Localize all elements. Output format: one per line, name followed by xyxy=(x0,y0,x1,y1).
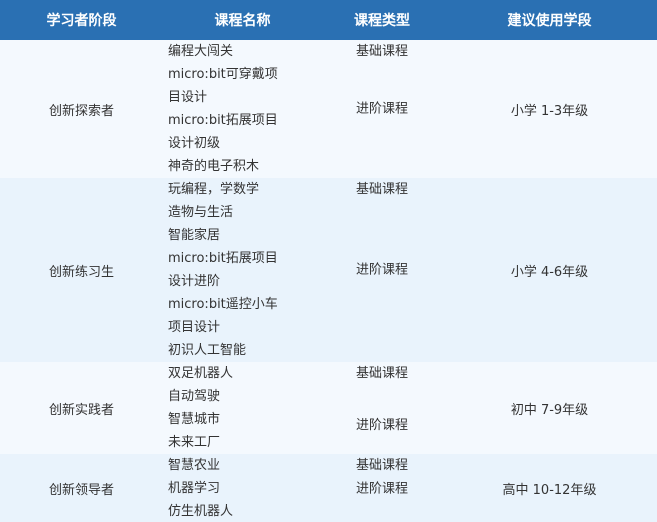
type-cell: 基础课程 进阶课程 xyxy=(322,362,442,454)
course-line: 双足机器人 xyxy=(168,366,234,381)
course-line: 神奇的电子积木 xyxy=(168,159,260,174)
course-line: 机器学习 xyxy=(168,481,221,496)
course-line: 目设计 xyxy=(168,90,208,105)
course-line: 智慧农业 xyxy=(168,458,221,473)
course-line: 造物与生活 xyxy=(168,205,234,220)
header-type: 课程类型 xyxy=(322,0,442,40)
course-line: 玩编程，学数学 xyxy=(168,182,260,197)
stage-cell: 创新领导者 xyxy=(0,454,163,522)
course-table: 学习者阶段 课程名称 课程类型 建议使用学段 创新探索者 编程大闯关 micro… xyxy=(0,0,657,522)
type-cell: 基础课程 进阶课程 xyxy=(322,454,442,522)
course-line: 智慧城市 xyxy=(168,412,221,427)
grade-cell: 初中 7-9年级 xyxy=(442,362,657,454)
type-cell: 基础课程 进阶课程 xyxy=(322,178,442,362)
course-line: 未来工厂 xyxy=(168,435,221,450)
grade-cell: 高中 10-12年级 xyxy=(442,454,657,522)
course-line: 设计初级 xyxy=(168,136,221,151)
course-line: 智能家居 xyxy=(168,228,221,243)
type-basic: 基础课程 xyxy=(355,458,408,473)
course-cell: 智慧农业 机器学习 仿生机器人 xyxy=(163,454,322,522)
course-line: 编程大闯关 xyxy=(168,44,234,59)
type-advanced: 进阶课程 xyxy=(355,101,408,117)
table-row: 创新实践者 双足机器人 自动驾驶 智慧城市 未来工厂 基础课程 进阶课程 初中 … xyxy=(0,362,657,454)
course-cell: 玩编程，学数学 造物与生活 智能家居 micro:bit拓展项目 设计进阶 mi… xyxy=(163,178,322,362)
stage-cell: 创新实践者 xyxy=(0,362,163,454)
course-line: 仿生机器人 xyxy=(168,504,234,519)
table-row: 创新领导者 智慧农业 机器学习 仿生机器人 基础课程 进阶课程 高中 10-12… xyxy=(0,454,657,522)
course-cell: 编程大闯关 micro:bit可穿戴项 目设计 micro:bit拓展项目 设计… xyxy=(163,40,322,178)
course-line: 项目设计 xyxy=(168,320,221,335)
course-cell: 双足机器人 自动驾驶 智慧城市 未来工厂 xyxy=(163,362,322,454)
course-line: micro:bit拓展项目 xyxy=(168,251,278,266)
course-line: micro:bit拓展项目 xyxy=(168,113,278,128)
course-line: micro:bit可穿戴项 xyxy=(168,67,278,82)
header-row: 学习者阶段 课程名称 课程类型 建议使用学段 xyxy=(0,0,657,40)
stage-cell: 创新探索者 xyxy=(0,40,163,178)
table-row: 创新练习生 玩编程，学数学 造物与生活 智能家居 micro:bit拓展项目 设… xyxy=(0,178,657,362)
course-line: 设计进阶 xyxy=(168,274,221,289)
stage-cell: 创新练习生 xyxy=(0,178,163,362)
course-line: 自动驾驶 xyxy=(168,389,221,404)
header-stage: 学习者阶段 xyxy=(0,0,163,40)
grade-cell: 小学 4-6年级 xyxy=(442,178,657,362)
type-cell: 基础课程 进阶课程 xyxy=(322,40,442,178)
type-advanced: 进阶课程 xyxy=(355,481,408,496)
course-line: micro:bit遥控小车 xyxy=(168,297,278,312)
course-line: 初识人工智能 xyxy=(168,343,247,358)
table-row: 创新探索者 编程大闯关 micro:bit可穿戴项 目设计 micro:bit拓… xyxy=(0,40,657,178)
type-advanced: 进阶课程 xyxy=(355,262,408,278)
type-basic: 基础课程 xyxy=(355,182,408,197)
type-basic: 基础课程 xyxy=(355,366,408,381)
grade-cell: 小学 1-3年级 xyxy=(442,40,657,178)
header-grade: 建议使用学段 xyxy=(442,0,657,40)
type-advanced: 进阶课程 xyxy=(355,418,408,433)
header-course: 课程名称 xyxy=(163,0,322,40)
type-basic: 基础课程 xyxy=(355,44,408,59)
